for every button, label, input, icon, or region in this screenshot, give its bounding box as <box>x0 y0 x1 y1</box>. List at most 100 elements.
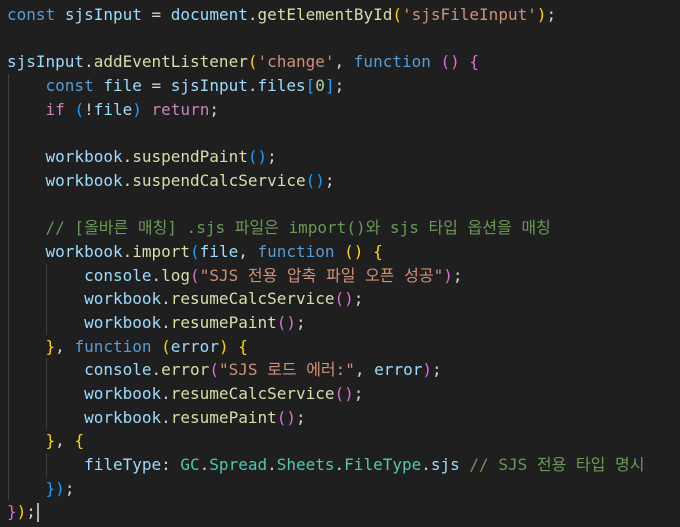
code-token: { <box>373 241 383 261</box>
code-token: ; <box>452 265 463 285</box>
code-line[interactable]: console.log("SJS 전용 압축 파일 오픈 성공"); <box>7 263 680 288</box>
code-token: file <box>93 99 133 119</box>
code-token: const <box>45 76 94 96</box>
code-token: fileType <box>84 455 162 475</box>
code-line[interactable]: workbook.resumePaint(); <box>7 405 680 430</box>
code-line[interactable] <box>7 192 680 217</box>
code-token: . <box>267 455 277 475</box>
code-token: sjsInput <box>64 5 142 24</box>
code-token: . <box>161 407 171 427</box>
code-token: resumeCalcService <box>170 289 335 309</box>
code-line[interactable]: workbook.resumeCalcService(); <box>7 382 680 406</box>
code-token: . <box>151 360 162 380</box>
code-token: . <box>334 455 345 475</box>
code-token: resumePaint <box>170 407 277 427</box>
code-token: workbook <box>84 384 162 403</box>
code-token: ! <box>84 99 94 119</box>
code-token: , <box>354 360 375 380</box>
code-token: { <box>469 52 480 72</box>
code-token: error <box>161 360 210 380</box>
code-token: ( <box>161 336 171 356</box>
code-line[interactable]: console.error("SJS 로드 에러:", error); <box>7 358 680 382</box>
code-token: } <box>7 502 17 522</box>
code-token: () <box>344 241 364 261</box>
indent-guide <box>46 382 47 406</box>
code-line[interactable] <box>7 27 680 51</box>
code-line[interactable]: sjsInput.addEventListener('change', func… <box>7 50 680 74</box>
code-token: "SJS 전용 압축 파일 오픈 성공" <box>199 265 444 285</box>
code-token: document <box>170 5 248 24</box>
code-area[interactable]: const sjsInput = document. getElementById… <box>7 3 680 524</box>
code-line[interactable]: const sjsInput = document.getElementById… <box>7 3 680 27</box>
code-token: { <box>74 431 85 451</box>
code-token: ) <box>16 502 27 522</box>
indent-guide <box>8 216 9 240</box>
code-token: workbook <box>84 407 162 427</box>
code-token: () <box>276 312 296 332</box>
code-token: GC <box>180 455 200 475</box>
code-line[interactable]: workbook.suspendCalcService(); <box>7 168 680 193</box>
code-token: import <box>132 241 191 261</box>
indent-guide <box>8 74 9 98</box>
code-token: . <box>161 289 171 309</box>
code-token: console <box>84 360 152 380</box>
indent-guide <box>8 453 9 477</box>
code-token: 'change' <box>257 52 335 72</box>
code-line[interactable]: fileType: GC.Spread.Sheets.FileType.sjs … <box>7 453 680 477</box>
code-line[interactable]: }, { <box>7 429 680 454</box>
code-token: console <box>84 265 152 285</box>
code-token: error <box>170 336 219 356</box>
code-line[interactable]: const file = sjsInput.files[0]; <box>7 74 680 98</box>
code-token: [ <box>305 76 316 96</box>
code-token: ) <box>218 336 229 356</box>
code-line[interactable]: // [올바른 매칭] .sjs 파일은 import()와 sjs 타입 옵션… <box>7 216 680 240</box>
indent-guide <box>8 263 9 288</box>
code-token: ( <box>190 241 200 261</box>
code-token: // SJS 전용 타입 명시 <box>469 455 645 475</box>
code-line[interactable]: workbook.suspendPaint(); <box>7 145 680 169</box>
indent-guide <box>8 334 9 359</box>
text-cursor <box>36 503 39 523</box>
code-token: workbook <box>45 170 123 190</box>
code-line[interactable]: if (!file) return; <box>7 97 680 122</box>
code-line[interactable]: workbook.resumeCalcService(); <box>7 287 680 311</box>
indent-guide <box>46 310 47 335</box>
code-line[interactable]: }, function (error) { <box>7 334 680 359</box>
code-token: . <box>122 241 133 261</box>
code-token: FileType <box>344 455 422 475</box>
code-token: = <box>141 76 171 96</box>
indent-guide <box>8 287 9 311</box>
indent-guide <box>46 263 47 288</box>
indent-guide <box>8 382 9 406</box>
code-token: . <box>421 455 431 475</box>
code-token: . <box>199 455 210 475</box>
code-editor[interactable]: const sjsInput = document. getElementById… <box>0 0 680 527</box>
code-token: log <box>161 265 191 285</box>
code-token: if <box>45 99 65 119</box>
code-line[interactable]: workbook.resumePaint(); <box>7 310 680 335</box>
code-token: () <box>440 52 460 72</box>
code-token: getElementById <box>257 5 393 24</box>
indent-guide <box>8 239 9 264</box>
code-token: return <box>151 99 210 119</box>
code-token: ; <box>324 170 335 190</box>
code-line[interactable] <box>7 121 680 146</box>
code-token: ) <box>55 478 65 498</box>
code-token: , <box>55 336 75 356</box>
indent-guide <box>46 405 47 430</box>
code-token: } <box>45 336 56 356</box>
code-token: workbook <box>45 147 123 167</box>
code-line[interactable]: }); <box>7 476 680 501</box>
code-line[interactable]: workbook.import(file, function () { <box>7 239 680 264</box>
code-token: = <box>141 5 171 24</box>
code-line[interactable]: }); <box>7 500 680 524</box>
